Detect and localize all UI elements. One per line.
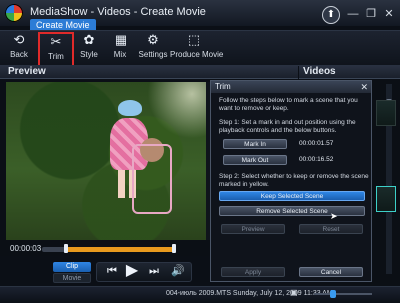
produce-icon: ⬚ (187, 32, 201, 47)
produce-movie-button[interactable]: ⬚ Produce Movie (170, 32, 224, 64)
timeline-selection (66, 247, 174, 252)
close-icon[interactable]: ✕ (360, 81, 368, 93)
play-icon[interactable]: ▶ (124, 263, 140, 279)
keep-selected-scene-button[interactable]: Keep Selected Scene (219, 191, 365, 201)
reset-button[interactable]: Reset (299, 224, 363, 234)
step2-text: Step 2: Select whether to keep or remove… (219, 173, 369, 188)
videos-panel-title: Videos (299, 65, 400, 79)
mark-out-button[interactable]: Mark Out (223, 155, 287, 165)
mediashow-logo-icon (5, 4, 23, 22)
trim-label: Trim (48, 52, 64, 61)
mark-out-time: 00:00:16.52 (299, 156, 334, 163)
scissors-icon: ✂ (50, 34, 62, 49)
trim-button[interactable]: ✂ Trim (38, 32, 74, 68)
zoom-slider-thumb[interactable] (330, 290, 336, 298)
current-time: 00:00:03 (10, 244, 42, 253)
toolbar: ⟲ Back ✂ Trim ✿ Style ▦ Mix ⚙ Settings ⬚… (0, 30, 400, 68)
back-label: Back (10, 50, 28, 59)
preview-panel-title: Preview (0, 65, 298, 79)
movie-mode-button[interactable]: Movie (53, 273, 91, 283)
previous-icon[interactable]: ⏮ (104, 263, 120, 279)
hat (118, 100, 142, 116)
video-thumbnail-selected[interactable] (376, 186, 396, 212)
restore-button[interactable]: ❐ (363, 7, 379, 21)
trim-dialog: Trim ✕ Follow the steps below to mark a … (210, 80, 372, 282)
clip-mode-button[interactable]: Clip (53, 262, 91, 272)
cancel-button[interactable]: Cancel (299, 267, 363, 277)
upgrade-button[interactable]: ⬆ (322, 6, 340, 24)
trim-intro-text: Follow the steps below to mark a scene t… (219, 97, 358, 112)
apply-button[interactable]: Apply (221, 267, 285, 277)
video-thumbnail[interactable] (376, 100, 396, 126)
settings-label: Settings (138, 50, 168, 59)
mark-in-handle[interactable] (64, 244, 68, 253)
status-file-info: 004-июль 2009.MTS Sunday, July 12, 2009 … (166, 290, 333, 297)
mark-in-time: 00:00:01.57 (299, 140, 334, 147)
minimize-button[interactable]: — (345, 7, 361, 21)
next-icon[interactable]: ⏭ (146, 263, 162, 279)
mark-in-button[interactable]: Mark In (223, 139, 287, 149)
mediashow-window: MediaShow - Videos - Create Movie ⬆ — ❐ … (0, 0, 400, 303)
toy-stroller (132, 144, 172, 214)
window-title: MediaShow - Videos - Create Movie (30, 6, 206, 18)
mark-out-handle[interactable] (172, 244, 176, 253)
preview-button[interactable]: Preview (221, 224, 285, 234)
mix-icon: ▦ (114, 32, 128, 47)
volume-icon[interactable]: 🔊 (170, 263, 186, 279)
step1-text: Step 1: Set a mark in and out position u… (219, 119, 356, 134)
view-toggle-icon[interactable]: ▣ (290, 288, 298, 297)
back-button[interactable]: ⟲ Back (8, 32, 30, 64)
close-button[interactable]: ✕ (381, 7, 397, 21)
remove-selected-scene-button[interactable]: Remove Selected Scene (219, 206, 365, 216)
settings-button[interactable]: ⚙ Settings (138, 32, 168, 64)
style-button[interactable]: ✿ Style (78, 32, 100, 64)
title-bar: MediaShow - Videos - Create Movie ⬆ — ❐ … (0, 0, 400, 31)
back-arrow-icon: ⟲ (13, 32, 25, 47)
mix-button[interactable]: ▦ Mix (110, 32, 130, 64)
video-preview[interactable] (6, 82, 206, 240)
zoom-slider-track[interactable] (314, 293, 372, 295)
mouse-cursor-icon: ➤ (330, 211, 338, 221)
mix-label: Mix (113, 50, 127, 59)
style-icon: ✿ (83, 32, 95, 47)
trim-dialog-title: Trim (211, 81, 371, 93)
produce-movie-label: Produce Movie (170, 50, 224, 59)
gear-icon: ⚙ (147, 32, 159, 47)
style-label: Style (80, 50, 98, 59)
